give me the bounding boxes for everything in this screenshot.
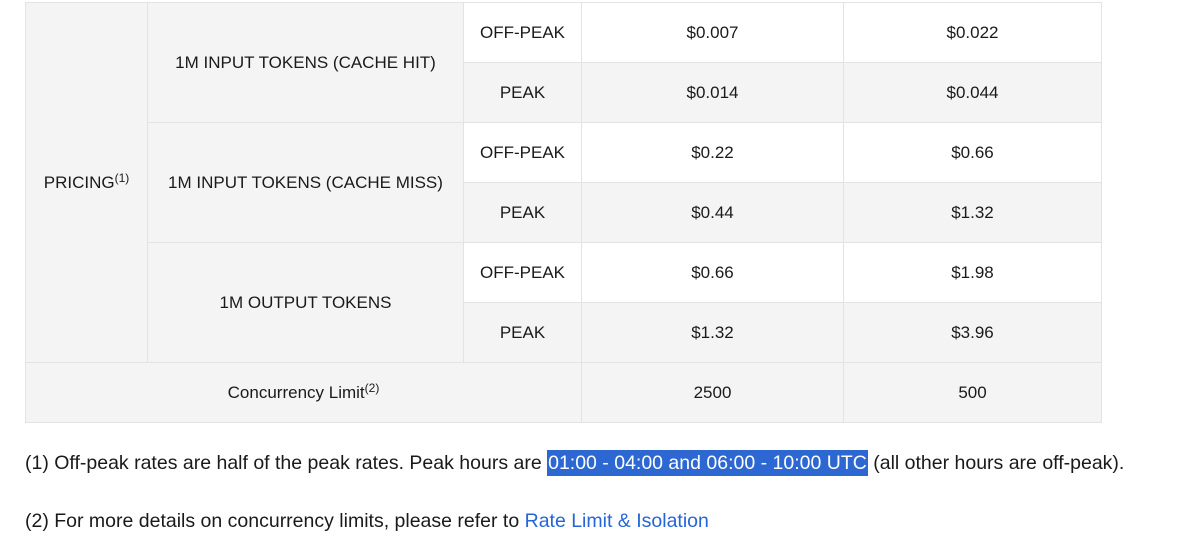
footnote-2-text: (2) For more details on concurrency limi… (25, 510, 525, 532)
price-cell: $3.96 (843, 302, 1102, 363)
period-cell: PEAK (463, 182, 582, 243)
table-row: PRICING(1) 1M INPUT TOKENS (CACHE HIT) O… (25, 2, 1102, 363)
price-cell: $0.007 (581, 2, 844, 63)
concurrency-value-cell: 500 (843, 362, 1102, 423)
group-name-output: 1M OUTPUT TOKENS (147, 242, 464, 363)
price-cell: $0.44 (581, 182, 844, 243)
price-cell: $0.044 (843, 62, 1102, 123)
footnote-1: (1) Off-peak rates are half of the peak … (25, 450, 1125, 476)
price-cell: $0.66 (843, 122, 1102, 183)
period-cell: OFF-PEAK (463, 242, 582, 303)
group-name-cache-hit: 1M INPUT TOKENS (CACHE HIT) (147, 2, 464, 123)
price-cell: $1.98 (843, 242, 1102, 303)
price-cell: $0.014 (581, 62, 844, 123)
pricing-table: PRICING(1) 1M INPUT TOKENS (CACHE HIT) O… (25, 2, 1102, 423)
footnote-1-text: (1) Off-peak rates are half of the peak … (25, 452, 548, 474)
concurrency-label-cell: Concurrency Limit(2) (25, 362, 582, 423)
pricing-label-cell: PRICING(1) (25, 2, 148, 363)
pricing-footnote-marker: (1) (114, 170, 130, 185)
period-cell: PEAK (463, 302, 582, 363)
concurrency-value-cell: 2500 (581, 362, 844, 423)
footnote-1-text-end: (all other hours are off-peak). (867, 452, 1125, 474)
concurrency-label: Concurrency Limit (227, 382, 365, 402)
price-cell: $0.66 (581, 242, 844, 303)
price-cell: $0.022 (843, 2, 1102, 63)
selected-text-highlight[interactable]: 01:00 - 04:00 and 06:00 - 10:00 UTC (547, 450, 868, 476)
table-row-concurrency: Concurrency Limit(2) 2500 500 (25, 362, 1102, 423)
concurrency-footnote-marker: (2) (364, 380, 380, 395)
rate-limit-link[interactable]: Rate Limit & Isolation (525, 510, 709, 532)
pricing-label: PRICING (43, 172, 115, 192)
price-cell: $1.32 (581, 302, 844, 363)
period-cell: OFF-PEAK (463, 2, 582, 63)
table-row: 1M INPUT TOKENS (CACHE MISS) OFF-PEAK $0… (26, 122, 1102, 243)
footnote-2: (2) For more details on concurrency limi… (25, 510, 709, 533)
price-cell: $1.32 (843, 182, 1102, 243)
group-name-cache-miss: 1M INPUT TOKENS (CACHE MISS) (147, 122, 464, 243)
period-cell: OFF-PEAK (463, 122, 582, 183)
price-cell: $0.22 (581, 122, 844, 183)
table-row: 1M OUTPUT TOKENS OFF-PEAK $0.66 $1.98 (26, 242, 1102, 363)
period-cell: PEAK (463, 62, 582, 123)
